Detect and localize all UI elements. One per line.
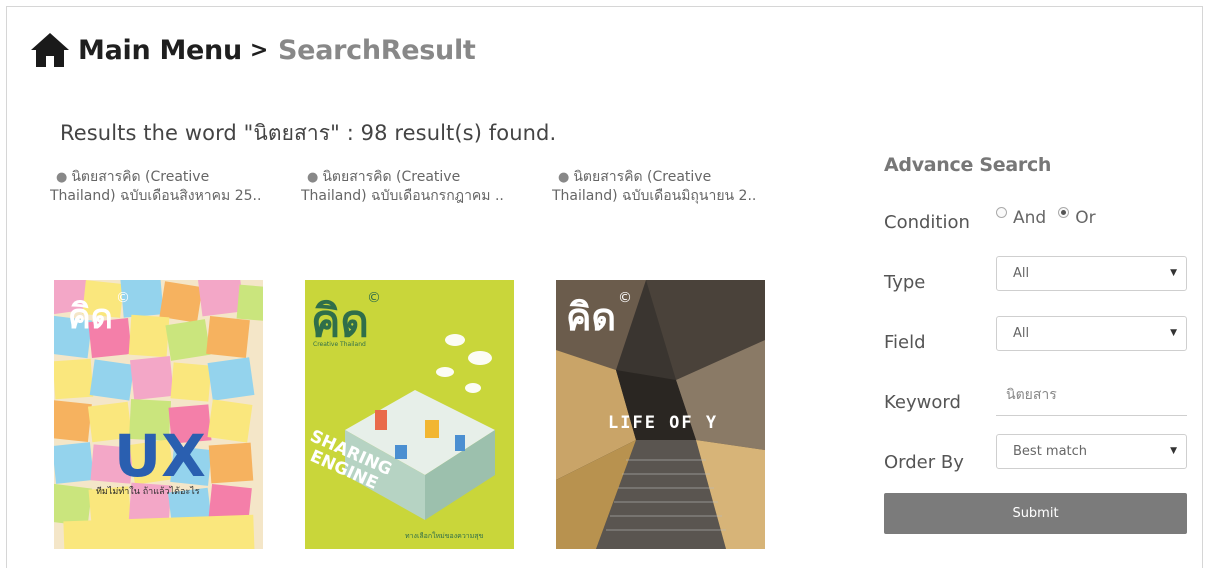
chevron-down-icon: ▼ (1170, 446, 1177, 456)
condition-or-label[interactable]: Or (1075, 208, 1095, 228)
breadcrumb-main-menu[interactable]: Main Menu (78, 35, 242, 66)
result-title: นิตยสารคิด (Creative Thailand) ฉบับเดือน… (552, 169, 757, 204)
result-title-link[interactable]: ● นิตยสารคิด (Creative Thailand) ฉบับเดือ… (552, 168, 780, 212)
breadcrumb-separator: > (249, 37, 269, 63)
order-by-select-value: Best match (1013, 444, 1088, 459)
cover-copyright: © (367, 290, 381, 306)
bullet-icon: ● (558, 170, 570, 185)
cover-copyright: © (116, 290, 130, 306)
result-title-link[interactable]: ● นิตยสารคิด (Creative Thailand) ฉบับเดือ… (50, 168, 278, 212)
keyword-label: Keyword (884, 392, 961, 413)
order-by-select[interactable]: Best match ▼ (996, 434, 1187, 469)
condition-radio-group: And Or (996, 206, 1108, 228)
cover-logo: คิด (68, 297, 113, 337)
condition-and-radio[interactable] (996, 206, 1007, 218)
cover-logo-sub: Creative Thailand (313, 341, 366, 348)
submit-button[interactable]: Submit (884, 493, 1187, 534)
field-label: Field (884, 332, 926, 353)
result-item: ● นิตยสารคิด (Creative Thailand) ฉบับเดือ… (50, 168, 278, 549)
cover-logo: คิด (311, 296, 369, 347)
advance-search-panel: Advance Search Condition And Or Type All… (884, 154, 1189, 534)
cover-image[interactable]: คิด © LIFE OF Y (556, 280, 765, 549)
chevron-down-icon: ▼ (1170, 268, 1177, 278)
cover-subtitle: ทางเลือกใหม่ของความสุข (405, 531, 484, 540)
cover-image[interactable]: คิด © UX ทีมไม่ทำใน ถ้าแล้วได้อะไร (54, 280, 263, 549)
chevron-down-icon: ▼ (1170, 328, 1177, 338)
home-icon[interactable] (30, 30, 70, 70)
breadcrumb-current: SearchResult (278, 34, 476, 66)
keyword-input[interactable]: นิตยสาร (996, 378, 1187, 416)
result-title: นิตยสารคิด (Creative Thailand) ฉบับเดือน… (50, 169, 262, 204)
result-item: ● นิตยสารคิด (Creative Thailand) ฉบับเดือ… (552, 168, 780, 549)
type-select-value: All (1013, 266, 1030, 281)
cover-image[interactable]: คิด © Creative Thailand SHARING ENGINE ท… (305, 280, 514, 549)
cover-headline: UX (114, 422, 206, 490)
result-title: นิตยสารคิด (Creative Thailand) ฉบับเดือน… (301, 169, 504, 204)
results-summary: Results the word "นิตยสาร" : 98 result(s… (60, 121, 557, 145)
results-grid: ● นิตยสารคิด (Creative Thailand) ฉบับเดือ… (50, 168, 810, 558)
advance-search-title: Advance Search (884, 154, 1052, 176)
condition-or-radio[interactable] (1058, 206, 1070, 218)
cover-logo: คิด (566, 295, 616, 339)
order-by-label: Order By (884, 452, 964, 473)
type-label: Type (884, 272, 926, 293)
condition-and-label[interactable]: And (1013, 208, 1046, 228)
cover-copyright: © (618, 290, 632, 306)
result-item: ● นิตยสารคิด (Creative Thailand) ฉบับเดือ… (301, 168, 529, 549)
type-select[interactable]: All ▼ (996, 256, 1187, 291)
breadcrumb: Main Menu > SearchResult (30, 28, 476, 72)
field-select-value: All (1013, 326, 1030, 341)
result-title-link[interactable]: ● นิตยสารคิด (Creative Thailand) ฉบับเดือ… (301, 168, 529, 212)
bullet-icon: ● (56, 170, 68, 185)
cover-headline: LIFE OF Y (608, 413, 718, 433)
cover-subtitle: ทีมไม่ทำใน ถ้าแล้วได้อะไร (96, 486, 200, 497)
condition-label: Condition (884, 212, 970, 233)
bullet-icon: ● (307, 170, 319, 185)
field-select[interactable]: All ▼ (996, 316, 1187, 351)
